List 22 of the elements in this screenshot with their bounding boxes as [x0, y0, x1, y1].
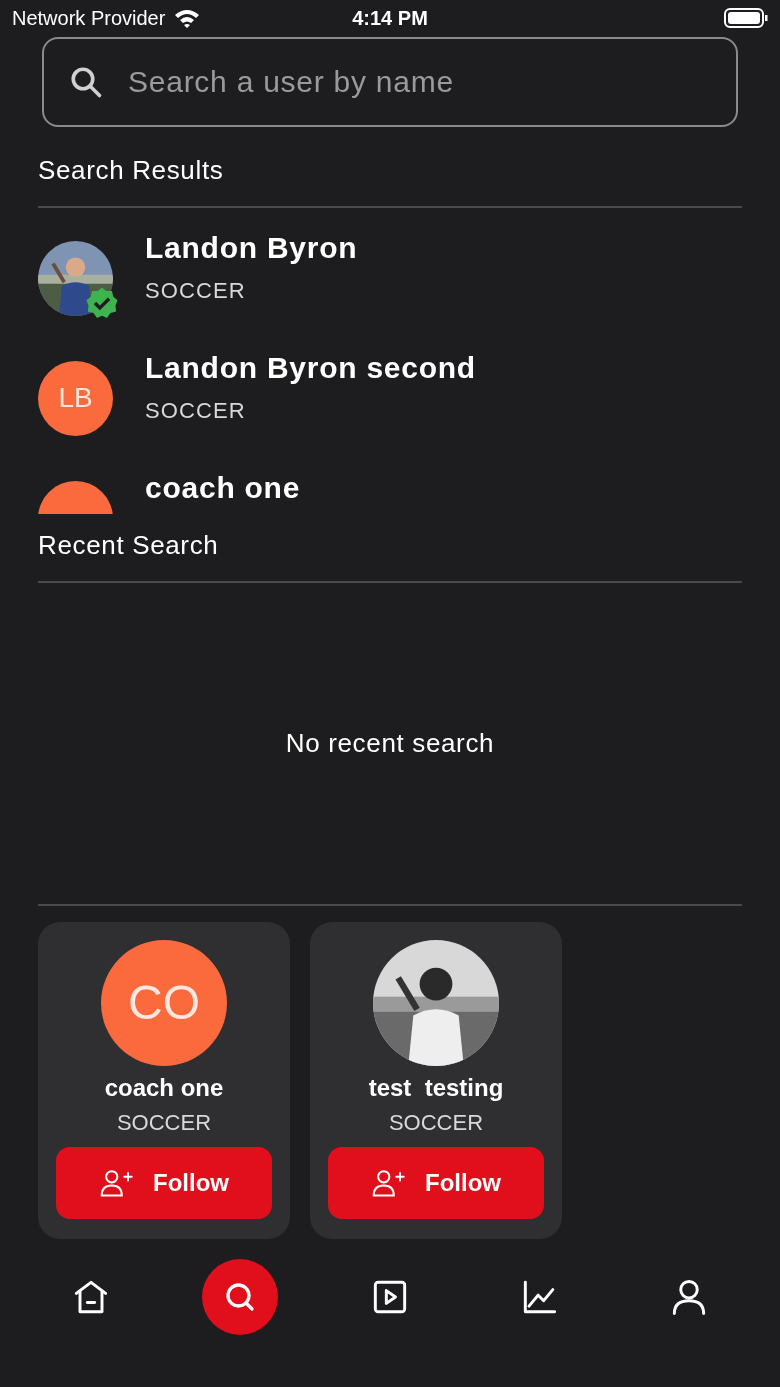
user-name[interactable]: Landon Byron second: [145, 344, 476, 390]
user-name[interactable]: coach one: [104, 1069, 224, 1106]
follow-button[interactable]: Follow: [328, 1146, 544, 1219]
carrier-text: Network Provider: [12, 6, 166, 32]
sport-label: SOCCER: [116, 1108, 212, 1137]
user-name[interactable]: Landon Byron: [145, 224, 358, 270]
search-field[interactable]: Search a user by name: [42, 36, 738, 127]
sport-label: SOCCER: [145, 396, 247, 425]
follow-button[interactable]: Follow: [56, 1146, 272, 1219]
user-name[interactable]: coach one: [145, 464, 301, 510]
sport-label: SOCCER: [388, 1108, 484, 1137]
wifi-icon: [173, 8, 202, 29]
avatar: LB: [38, 360, 113, 436]
sport-label: SOCCER: [145, 276, 247, 305]
empty-message: No recent search: [285, 726, 495, 760]
section-title: Search Results: [38, 153, 225, 187]
search-input[interactable]: Search a user by name: [128, 59, 712, 105]
user-name[interactable]: test testing: [368, 1069, 504, 1106]
section-title: Recent Search: [38, 528, 220, 562]
clock-text: 4:14 PM: [352, 6, 428, 32]
avatar: CO: [101, 939, 227, 1066]
battery-icon: [724, 7, 768, 30]
